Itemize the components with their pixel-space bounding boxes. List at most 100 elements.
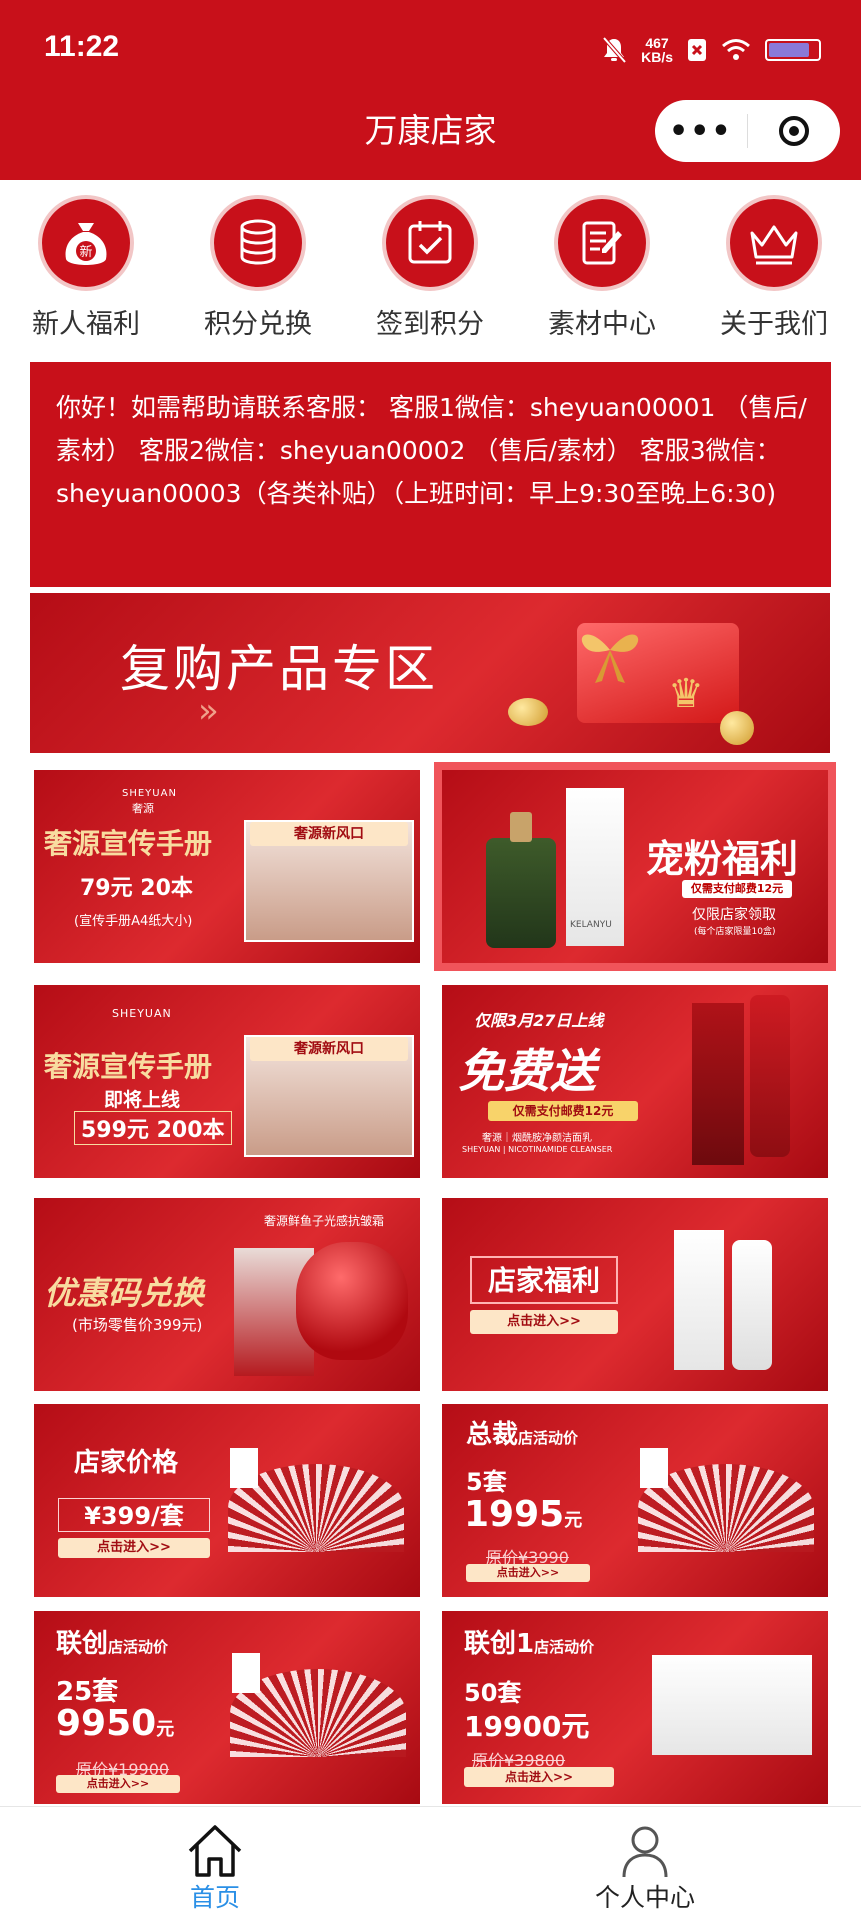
icon-menu: 新 新人福利 积分兑换 签到积分 素材中心 关于我们	[0, 190, 861, 355]
tile-price: 9950	[56, 1703, 157, 1744]
cleanser-tube-image	[750, 995, 790, 1157]
menu-item-checkin-points[interactable]: 签到积分	[344, 190, 516, 343]
tile-suffix: 店活动价	[518, 1429, 579, 1447]
tile-price: 19900元	[464, 1710, 590, 1743]
tile-unit: 元	[156, 1719, 175, 1740]
menu-item-material-center[interactable]: 素材中心	[516, 190, 688, 343]
tile-tag: 奢源新风口	[250, 1037, 408, 1061]
product-pack-image	[232, 1653, 260, 1693]
tile-suffix: 店活动价	[108, 1638, 169, 1656]
menu-label: 积分兑换	[204, 309, 312, 340]
tile-title: 总裁	[466, 1420, 519, 1450]
tab-profile[interactable]: 个人中心	[565, 1823, 725, 1913]
menu-item-about-us[interactable]: 关于我们	[688, 190, 860, 343]
banner-fan-benefit[interactable]: KELANYU 宠粉福利 仅需支付邮费12元 仅限店家领取 (每个店家限量10盒…	[434, 762, 836, 971]
tile-sub: (每个店家限量10盒)	[694, 927, 776, 937]
serum-cap-image	[510, 812, 532, 842]
menu-label: 素材中心	[548, 309, 656, 340]
product-box-image	[692, 1003, 744, 1165]
tab-label: 个人中心	[594, 1883, 695, 1912]
tab-home[interactable]: 首页	[135, 1823, 295, 1913]
crown-icon: ♛	[668, 671, 704, 717]
enter-button-label: 点击进入>>	[56, 1775, 180, 1793]
banner-title: 复购产品专区	[120, 640, 438, 698]
banner-coupon-exchange[interactable]: 奢源鲜鱼子光感抗皱霜 优惠码兑换 (市场零售价399元)	[34, 1198, 420, 1391]
product-pack-image	[640, 1448, 668, 1488]
tile-title-row: 联创店活动价	[56, 1623, 168, 1660]
tile-price-row: 9950元	[56, 1703, 174, 1744]
document-edit-icon	[582, 221, 622, 265]
banner-co-founder1-price[interactable]: 联创1店活动价 50套 19900元 原价¥39800 点击进入>>	[442, 1611, 828, 1804]
status-time: 11:22	[44, 30, 120, 63]
sim-x-icon	[688, 39, 706, 61]
money-bag-icon: 新	[65, 223, 107, 265]
tile-pill: 仅需支付邮费12元	[682, 880, 792, 898]
banner-store-benefit[interactable]: 店家福利 点击进入>>	[442, 1198, 828, 1391]
tab-label: 首页	[189, 1883, 240, 1912]
target-icon	[779, 116, 810, 146]
product-pack-image	[230, 1448, 258, 1488]
cream-jar-image	[296, 1242, 408, 1360]
tile-suffix: 店活动价	[534, 1638, 595, 1656]
banner-free-gift[interactable]: 仅限3月27日上线 免费送 仅需支付邮费12元 奢源｜烟酰胺净颜洁面乳 SHEY…	[442, 985, 828, 1178]
product-box-image	[674, 1230, 724, 1370]
tile-title: 联创	[56, 1629, 109, 1659]
menu-label: 签到积分	[376, 309, 484, 340]
close-miniapp-button[interactable]	[748, 116, 840, 146]
brand-cn-text: 奢源	[132, 802, 154, 815]
banner-co-founder-price[interactable]: 联创店活动价 25套 9950元 原价¥19900 点击进入>>	[34, 1611, 420, 1804]
tile-price: 79元 20本	[80, 876, 193, 901]
tile-top: 仅限3月27日上线	[474, 1011, 604, 1030]
tile-title-row: 总裁店活动价	[466, 1414, 578, 1451]
enter-button-label: 点击进入>>	[464, 1767, 614, 1787]
enter-button-label: 点击进入>>	[58, 1538, 210, 1558]
brand-text: SHEYUAN	[112, 1007, 172, 1020]
menu-label: 新人福利	[32, 309, 140, 340]
tile-pill: 仅需支付邮费12元	[488, 1101, 638, 1121]
tile-sub: (市场零售价399元)	[72, 1316, 203, 1334]
coin-image	[508, 698, 548, 726]
more-button[interactable]: •••	[655, 114, 747, 149]
banner-store-price[interactable]: 店家价格 ¥399/套 点击进入>>	[34, 1404, 420, 1597]
tile-sub: 仅限店家领取	[692, 907, 776, 923]
tile-price: 1995	[464, 1494, 565, 1535]
tile-title: 免费送	[458, 1044, 596, 1098]
wifi-icon	[722, 39, 750, 60]
tile-qty: 5套	[466, 1468, 507, 1496]
coin-image	[720, 711, 754, 745]
tile-title: 奢源宣传手册	[44, 1050, 213, 1083]
tile-caption: 奢源｜烟酰胺净颜洁面乳	[482, 1133, 592, 1144]
banner-brochure-599[interactable]: SHEYUAN 奢源宣传手册 即将上线 599元 200本 奢源新风口	[34, 985, 420, 1178]
tile-title: 宠粉福利	[646, 836, 799, 881]
tile-line: 即将上线	[104, 1089, 181, 1111]
net-speed: 467 KB/s	[641, 35, 673, 65]
enter-button-label: 点击进入>>	[470, 1310, 618, 1334]
product-brand-text: KELANYU	[570, 920, 612, 930]
tile-title-row: 联创1店活动价	[464, 1623, 594, 1660]
top-bar: 11:22 467 KB/s 万康店家 •••	[0, 0, 861, 180]
tile-qty: 50套	[464, 1679, 522, 1707]
banner-repurchase-zone[interactable]: 复购产品专区 » ♛	[30, 593, 830, 753]
tile-unit: 元	[564, 1510, 583, 1531]
mute-bell-icon	[602, 36, 627, 64]
menu-item-newcomer[interactable]: 新 新人福利	[0, 190, 172, 343]
calendar-check-icon	[408, 221, 452, 264]
tile-title: 联创1	[464, 1629, 535, 1659]
brand-text: SHEYUAN	[122, 788, 177, 799]
status-icons: 467 KB/s	[601, 30, 821, 70]
tile-note: (宣传手册A4纸大小)	[74, 914, 193, 929]
tile-tag: 奢源新风口	[250, 822, 408, 846]
toner-bottle-image	[732, 1240, 772, 1370]
miniapp-capsule: •••	[655, 100, 840, 162]
tile-price: 599元 200本	[74, 1111, 232, 1145]
user-icon	[622, 1826, 668, 1878]
tile-price-row: 1995元	[464, 1494, 582, 1535]
tile-title: 店家福利	[470, 1256, 618, 1304]
menu-item-points-exchange[interactable]: 积分兑换	[172, 190, 344, 343]
banner-president-price[interactable]: 总裁店活动价 5套 1995元 原价¥3990 点击进入>>	[442, 1404, 828, 1597]
bottom-tab-bar: 首页 个人中心	[0, 1806, 861, 1920]
serum-bottle-image	[486, 838, 556, 948]
tile-price: ¥399/套	[58, 1498, 210, 1532]
banner-brochure-79[interactable]: SHEYUAN 奢源 奢源宣传手册 79元 20本 (宣传手册A4纸大小) 奢源…	[34, 770, 420, 963]
tile-title: 奢源宣传手册	[44, 827, 213, 860]
